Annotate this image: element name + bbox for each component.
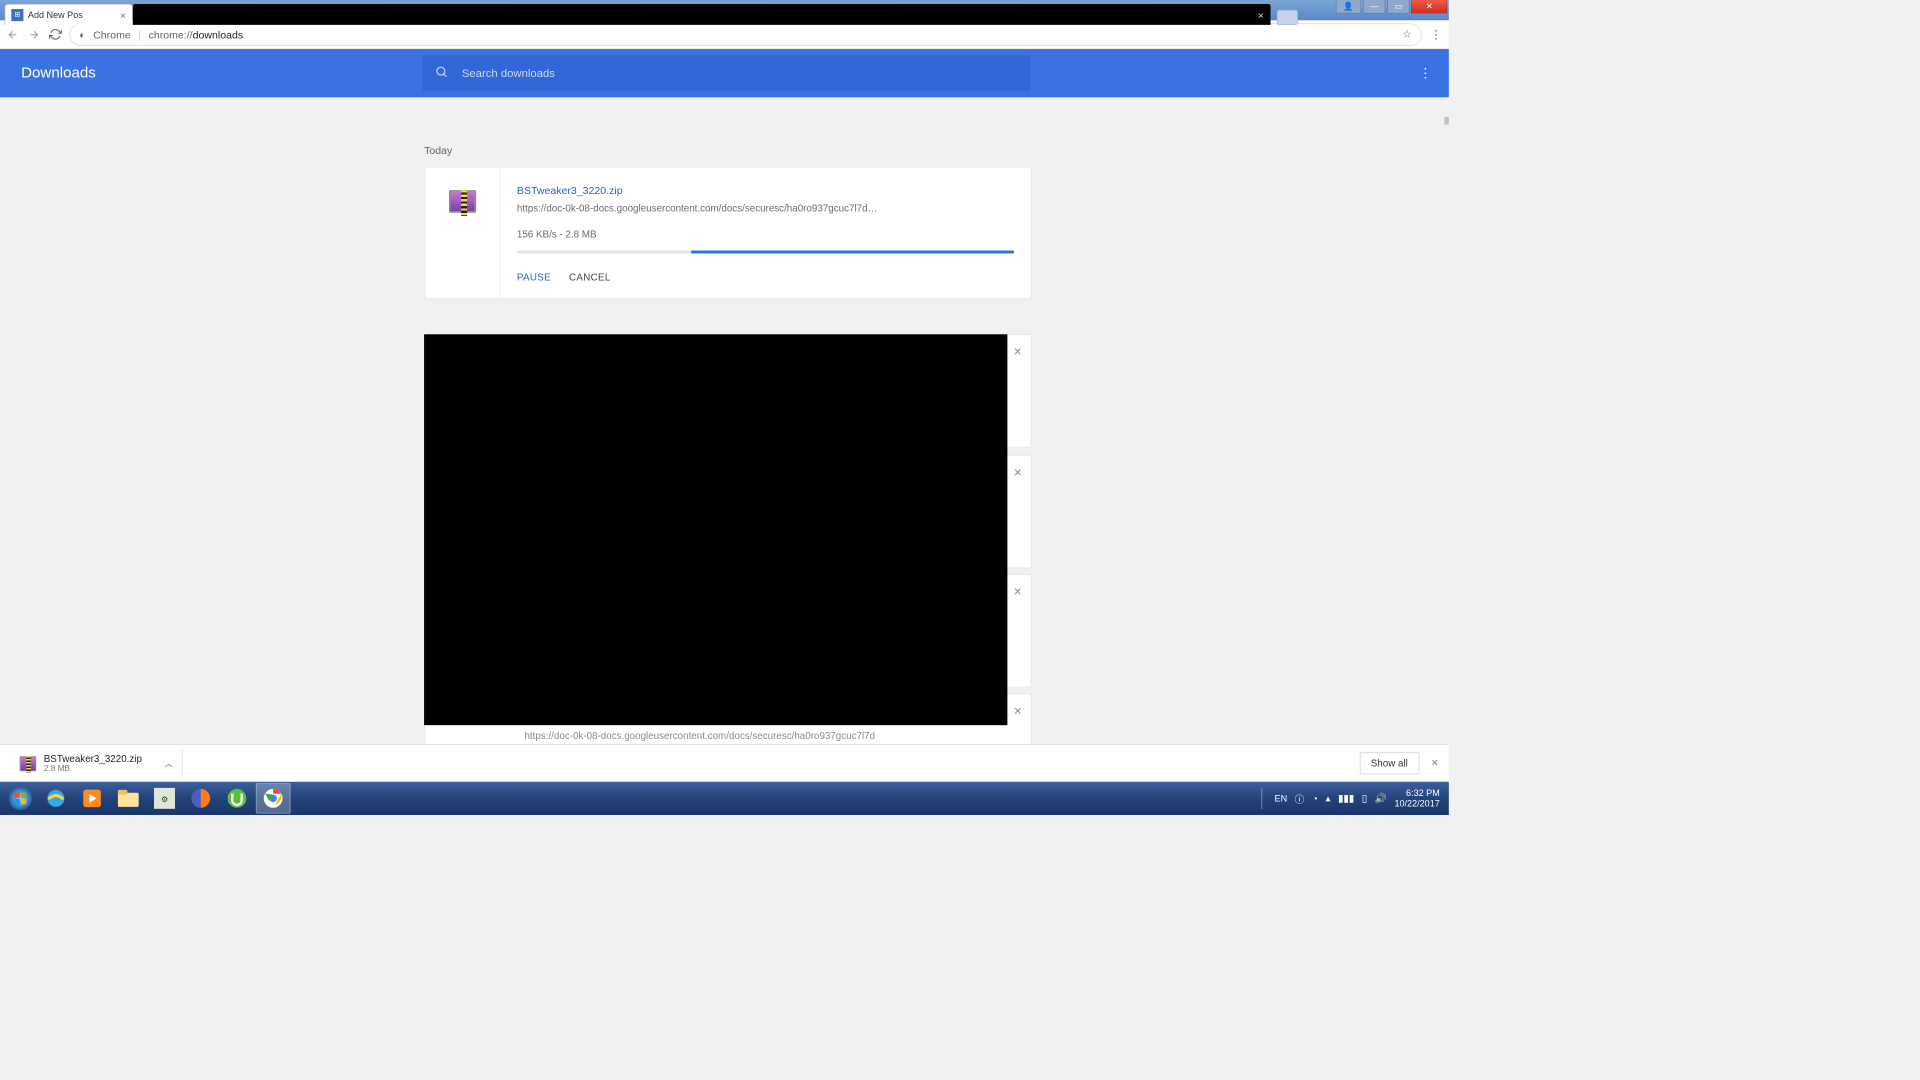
taskbar-firefox-icon[interactable] xyxy=(183,783,218,813)
download-source-url[interactable]: https://doc-0k-08-docs.googleusercontent… xyxy=(517,202,1014,213)
taskbar-app-icon[interactable]: ⚙ xyxy=(147,783,182,813)
download-progress-bar xyxy=(517,251,1014,254)
browser-menu-button[interactable]: ⋮ xyxy=(1429,28,1443,42)
bookmark-star-icon[interactable]: ☆ xyxy=(1402,28,1411,41)
window-close-button[interactable]: ✕ xyxy=(1411,0,1447,14)
download-filename-link[interactable]: BSTweaker3_3220.zip xyxy=(517,184,623,196)
language-indicator[interactable]: EN xyxy=(1275,793,1288,804)
clock-date: 10/22/2017 xyxy=(1394,798,1439,809)
help-tray-icon[interactable]: ⓘ xyxy=(1295,791,1305,805)
downloads-content: Today BSTweaker3_3220.zip https://doc-0k… xyxy=(0,117,1444,744)
tab-title: Add New Pos xyxy=(28,9,83,20)
taskbar-chrome-icon[interactable] xyxy=(256,783,291,813)
system-tray: EN ⓘ ◔ ▴ ▮▮▮ ▯ 🔊 6:32 PM 10/22/2017 xyxy=(1256,788,1445,809)
tab-close-icon[interactable]: × xyxy=(1258,9,1264,21)
archive-file-icon xyxy=(20,756,37,771)
window-user-button[interactable]: 👤 xyxy=(1336,0,1362,14)
remove-download-icon[interactable]: × xyxy=(1014,584,1022,600)
chevron-up-tray-icon[interactable]: ▴ xyxy=(1326,792,1331,804)
taskbar-clock[interactable]: 6:32 PM 10/22/2017 xyxy=(1394,788,1439,809)
page-title: Downloads xyxy=(21,65,96,82)
windows-taskbar: ⚙ EN ⓘ ◔ ▴ ▮▮▮ ▯ 🔊 6:32 PM 10/22/2017 xyxy=(0,782,1449,815)
battery-icon[interactable]: ▯ xyxy=(1362,792,1367,804)
archive-file-icon xyxy=(449,190,476,213)
taskbar-ie-icon[interactable] xyxy=(38,783,73,813)
download-card: BSTweaker3_3220.zip https://doc-0k-08-do… xyxy=(424,167,1031,299)
date-section-label: Today xyxy=(424,144,452,156)
tray-separator xyxy=(1261,788,1263,809)
shelf-item-name: BSTweaker3_3220.zip xyxy=(44,753,142,764)
shelf-item-size: 2.8 MB xyxy=(44,764,142,773)
volume-icon[interactable]: 🔊 xyxy=(1375,792,1387,804)
site-info-icon[interactable]: ◐ xyxy=(79,28,85,40)
search-input[interactable] xyxy=(462,67,1018,80)
black-overlay xyxy=(424,334,1007,725)
back-button[interactable] xyxy=(6,28,20,42)
taskbar-utorrent-icon[interactable] xyxy=(220,783,255,813)
forward-button[interactable] xyxy=(27,28,41,42)
downloads-header: Downloads ⋮ xyxy=(0,49,1449,97)
taskbar-explorer-icon[interactable] xyxy=(111,783,146,813)
remove-download-icon[interactable]: × xyxy=(1014,465,1022,481)
download-progress-fill xyxy=(691,251,1014,254)
address-bar[interactable]: ◐ Chrome | chrome://downloads ☆ xyxy=(69,23,1421,46)
search-icon xyxy=(435,65,449,82)
url-separator: | xyxy=(138,28,141,40)
window-maximize-button[interactable]: ▭ xyxy=(1387,0,1410,14)
new-tab-button[interactable] xyxy=(1277,10,1298,25)
cancel-button[interactable]: CANCEL xyxy=(569,272,611,283)
pause-button[interactable]: PAUSE xyxy=(517,272,551,283)
browser-tab[interactable]: ⊞ Add New Pos × xyxy=(5,4,133,25)
shelf-download-item[interactable]: BSTweaker3_3220.zip 2.8 MB ︿ xyxy=(11,749,183,778)
download-shelf: BSTweaker3_3220.zip 2.8 MB ︿ Show all × xyxy=(0,744,1449,782)
taskbar-media-icon[interactable] xyxy=(75,783,110,813)
reload-button[interactable] xyxy=(48,28,62,42)
tray-icon[interactable]: ◔ xyxy=(1312,793,1318,804)
tab-close-icon[interactable]: × xyxy=(120,9,126,21)
url-scheme-label: Chrome xyxy=(93,28,131,40)
close-shelf-icon[interactable]: × xyxy=(1431,756,1438,770)
search-downloads-box[interactable] xyxy=(423,55,1030,91)
tab-favicon-icon: ⊞ xyxy=(11,9,23,21)
remove-download-icon[interactable]: × xyxy=(1014,344,1022,360)
remove-download-icon[interactable]: × xyxy=(1014,703,1022,719)
svg-text:⚙: ⚙ xyxy=(161,795,168,804)
network-signal-icon[interactable]: ▮▮▮ xyxy=(1338,792,1354,804)
browser-tabstrip: ⊞ Add New Pos × × xyxy=(5,4,1298,25)
window-minimize-button[interactable]: — xyxy=(1363,0,1386,14)
url-text: chrome://downloads xyxy=(149,28,244,40)
show-all-downloads-button[interactable]: Show all xyxy=(1359,752,1419,774)
partial-url-text: https://doc-0k-08-docs.googleusercontent… xyxy=(524,730,875,741)
downloads-menu-button[interactable]: ⋮ xyxy=(1419,65,1433,81)
download-icon-column xyxy=(425,168,500,299)
browser-tab-obscured[interactable]: × xyxy=(133,4,1271,25)
download-status-text: 156 KB/s - 2.8 MB xyxy=(517,229,1014,240)
start-button[interactable] xyxy=(3,783,38,813)
clock-time: 6:32 PM xyxy=(1406,788,1440,799)
chevron-up-icon[interactable]: ︿ xyxy=(165,757,173,769)
vertical-scrollbar[interactable] xyxy=(1444,117,1449,744)
